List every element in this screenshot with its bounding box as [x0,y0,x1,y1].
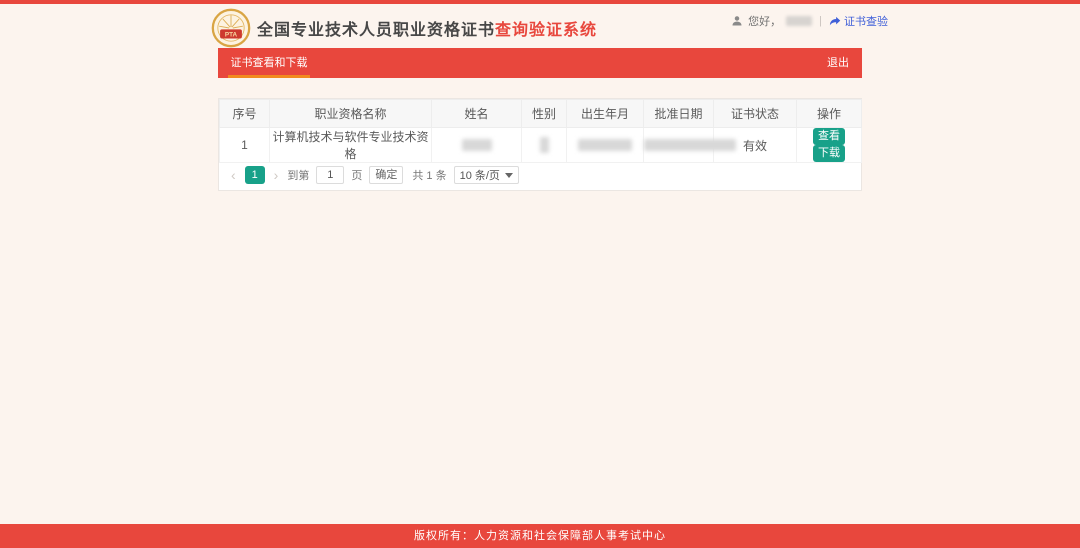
cell-birthdate [567,128,644,163]
page-unit-label: 页 [351,167,362,183]
greeting-text: 您好， [748,13,781,29]
column-header-qualification: 职业资格名称 [270,100,432,128]
share-arrow-icon [829,15,841,27]
cell-gender [522,128,567,163]
goto-label: 到第 [287,167,309,183]
logo-text: PTA [225,32,238,39]
page-title: 全国专业技术人员职业资格证书查询验证系统 [257,16,597,40]
cell-qualification: 计算机技术与软件专业技术资格 [270,128,432,163]
redacted-name [462,139,492,151]
column-header-gender: 性别 [522,100,567,128]
download-button[interactable]: 下载 [813,145,845,162]
view-button[interactable]: 查看 [813,128,845,145]
copyright-text: 版权所有：人力资源和社会保障部人事考试中心 [414,530,666,542]
column-header-actions: 操作 [797,100,862,128]
page-title-main: 全国专业技术人员职业资格证书 [257,22,495,39]
cell-index: 1 [220,128,270,163]
page-size-select[interactable]: 10 条/页 [454,166,519,184]
active-tab-indicator [228,75,310,78]
page-title-accent: 查询验证系统 [495,22,597,39]
cell-name [432,128,522,163]
table-row: 1 计算机技术与软件专业技术资格 有效 查看下载 [220,128,862,163]
user-bar: 您好， | 证书查验 [731,13,888,29]
certificate-table: 序号 职业资格名称 姓名 性别 出生年月 批准日期 证书状态 操作 1 计算机技… [219,99,862,163]
page-footer: 版权所有：人力资源和社会保障部人事考试中心 [0,524,1080,548]
redacted-username [786,16,812,26]
redacted-birthdate [578,139,632,151]
goto-page-input[interactable] [316,166,344,184]
chevron-down-icon [505,173,513,178]
table-header-row: 序号 职业资格名称 姓名 性别 出生年月 批准日期 证书状态 操作 [220,100,862,128]
redacted-gender [540,137,549,153]
pta-logo-icon: PTA [211,8,251,48]
column-header-birthdate: 出生年月 [567,100,644,128]
confirm-button[interactable]: 确定 [369,166,403,184]
column-header-status: 证书状态 [714,100,797,128]
nav-bar: 证书查看和下载 退出 [218,48,862,78]
redacted-approval-date [644,139,736,151]
total-count-label: 共 1 条 [412,167,446,183]
tab-label: 证书查看和下载 [231,57,308,69]
page-size-value: 10 条/页 [460,167,500,183]
next-page-button[interactable]: › [272,166,281,184]
current-page-button[interactable]: 1 [245,166,265,184]
tab-view-and-download[interactable]: 证书查看和下载 [228,48,310,78]
cell-approval-date [644,128,714,163]
brand: PTA 全国专业技术人员职业资格证书查询验证系统 [211,8,597,48]
column-header-index: 序号 [220,100,270,128]
user-icon [731,15,743,27]
page-header: PTA 全国专业技术人员职业资格证书查询验证系统 您好， | 证书查验 [0,4,1080,50]
separator: | [819,15,822,27]
prev-page-button[interactable]: ‹ [229,166,238,184]
certificate-card: 序号 职业资格名称 姓名 性别 出生年月 批准日期 证书状态 操作 1 计算机技… [218,98,862,191]
column-header-approval-date: 批准日期 [644,100,714,128]
pagination: ‹ 1 › 到第 页 确定 共 1 条 10 条/页 [219,163,861,190]
certificate-verify-link[interactable]: 证书查验 [829,13,888,29]
logout-button[interactable]: 退出 [827,48,849,78]
column-header-name: 姓名 [432,100,522,128]
cell-actions: 查看下载 [797,128,862,163]
verify-link-label: 证书查验 [844,13,888,29]
